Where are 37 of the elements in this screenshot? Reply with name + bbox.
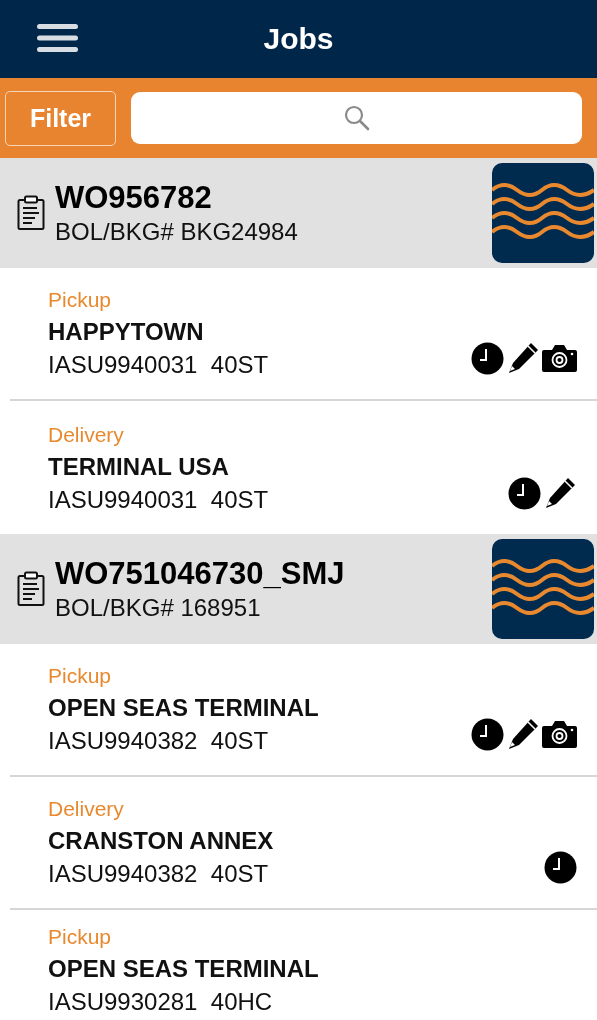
booking-number: BOL/BKG# BKG24984 (55, 217, 299, 247)
pencil-icon[interactable] (543, 476, 577, 510)
container-number: IASU9940031 40ST (48, 350, 270, 380)
menu-icon[interactable] (37, 24, 78, 52)
waves-logo-icon (492, 163, 594, 263)
stop-type-label: Delivery (48, 796, 125, 822)
stop-type-label: Pickup (48, 663, 113, 689)
location-name: OPEN SEAS TERMINAL (48, 954, 320, 984)
search-field[interactable] (131, 92, 582, 144)
pencil-icon[interactable] (506, 341, 540, 375)
waves-logo-icon (492, 539, 594, 639)
work-order-number: WO956782 (55, 179, 213, 217)
location-name: TERMINAL USA (48, 452, 230, 482)
clipboard-icon (17, 571, 45, 607)
clipboard-icon (17, 195, 45, 231)
location-name: OPEN SEAS TERMINAL (48, 693, 320, 723)
stop-type-label: Pickup (48, 924, 113, 950)
container-number: IASU9940031 40ST (48, 485, 270, 515)
screen-title: Jobs (263, 22, 334, 56)
container-number: IASU9930281 40HC (48, 987, 274, 1017)
stop-type-label: Pickup (48, 287, 113, 313)
location-name: HAPPYTOWN (48, 317, 205, 347)
location-name: CRANSTON ANNEX (48, 826, 275, 856)
container-number: IASU9940382 40ST (48, 726, 270, 756)
pencil-icon[interactable] (506, 717, 540, 751)
search-icon (343, 105, 370, 131)
camera-icon[interactable] (542, 719, 577, 749)
work-order-number: WO751046730_SMJ (55, 555, 346, 593)
camera-icon[interactable] (542, 343, 577, 373)
clock-icon[interactable] (471, 717, 504, 751)
clock-icon[interactable] (508, 476, 541, 510)
filter-button[interactable]: Filter (5, 90, 116, 146)
stop-type-label: Delivery (48, 422, 125, 448)
container-number: IASU9940382 40ST (48, 859, 270, 889)
clock-icon[interactable] (471, 341, 504, 375)
booking-number: BOL/BKG# 168951 (55, 593, 262, 623)
clock-icon[interactable] (544, 851, 577, 884)
